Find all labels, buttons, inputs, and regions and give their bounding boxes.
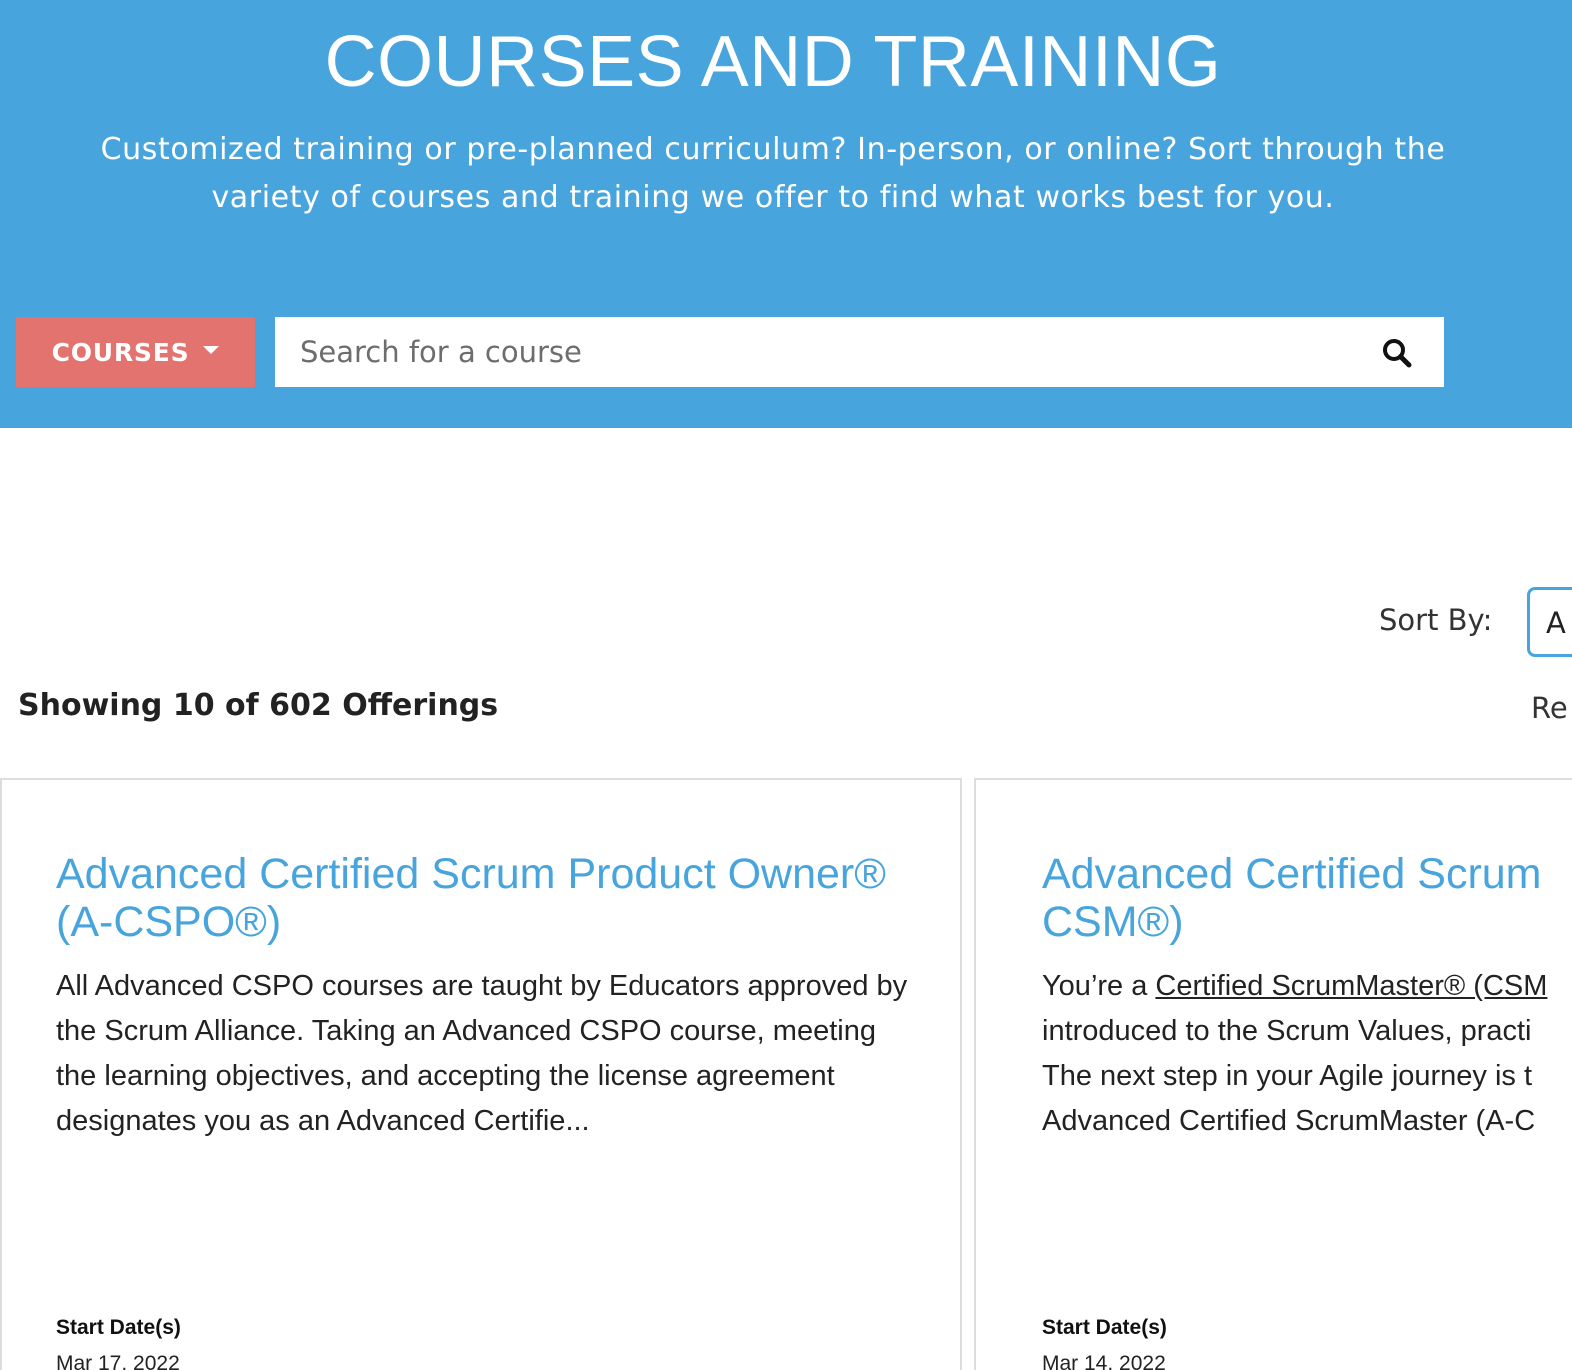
description-text: introduced to the Scrum Values, practi [1042,1015,1532,1047]
page-title: COURSES AND TRAINING [324,22,1222,102]
search-box [275,317,1444,387]
search-input[interactable] [275,317,1355,387]
reset-link[interactable]: Re [1531,688,1568,728]
course-title-line: CSM®) [1042,898,1184,946]
course-title-line: Advanced Certified Scrum [1042,850,1542,898]
hero-banner: COURSES AND TRAINING Customized training… [0,0,1572,428]
start-date-label: Start Date(s) [1042,1316,1167,1339]
description-text: The next step in your Agile journey is t [1042,1060,1533,1092]
course-title-link[interactable]: Advanced Certified Scrum CSM®) [1042,850,1572,946]
description-text: Advanced Certified ScrumMaster (A-C [1042,1105,1536,1137]
hero-subtitle: Customized training or pre-planned curri… [100,132,1446,215]
course-card: Advanced Certified Scrum Product Owner® … [0,778,962,1370]
start-date-label: Start Date(s) [56,1316,181,1339]
start-date-value: Mar 17, 2022 [56,1352,180,1370]
sort-select[interactable]: A [1527,587,1572,657]
course-card: Advanced Certified Scrum CSM®) You’re a … [974,778,1572,1370]
courses-dropdown-label: COURSES [51,337,190,367]
search-icon[interactable] [1381,337,1413,369]
course-description: You’re a Certified ScrumMaster® (CSM int… [1042,964,1572,1144]
results-count: Showing 10 of 602 Offerings [18,688,499,723]
description-text: You’re a [1042,970,1156,1002]
certified-scrummaster-link[interactable]: Certified ScrumMaster® (CSM [1155,970,1547,1002]
course-title-link[interactable]: Advanced Certified Scrum Product Owner® … [56,850,936,946]
sort-label: Sort By: [1379,603,1493,637]
course-description: All Advanced CSPO courses are taught by … [56,970,908,1137]
courses-dropdown-button[interactable]: COURSES [16,317,255,387]
start-date-value: Mar 14, 2022 [1042,1352,1166,1370]
caret-down-icon [203,346,220,354]
